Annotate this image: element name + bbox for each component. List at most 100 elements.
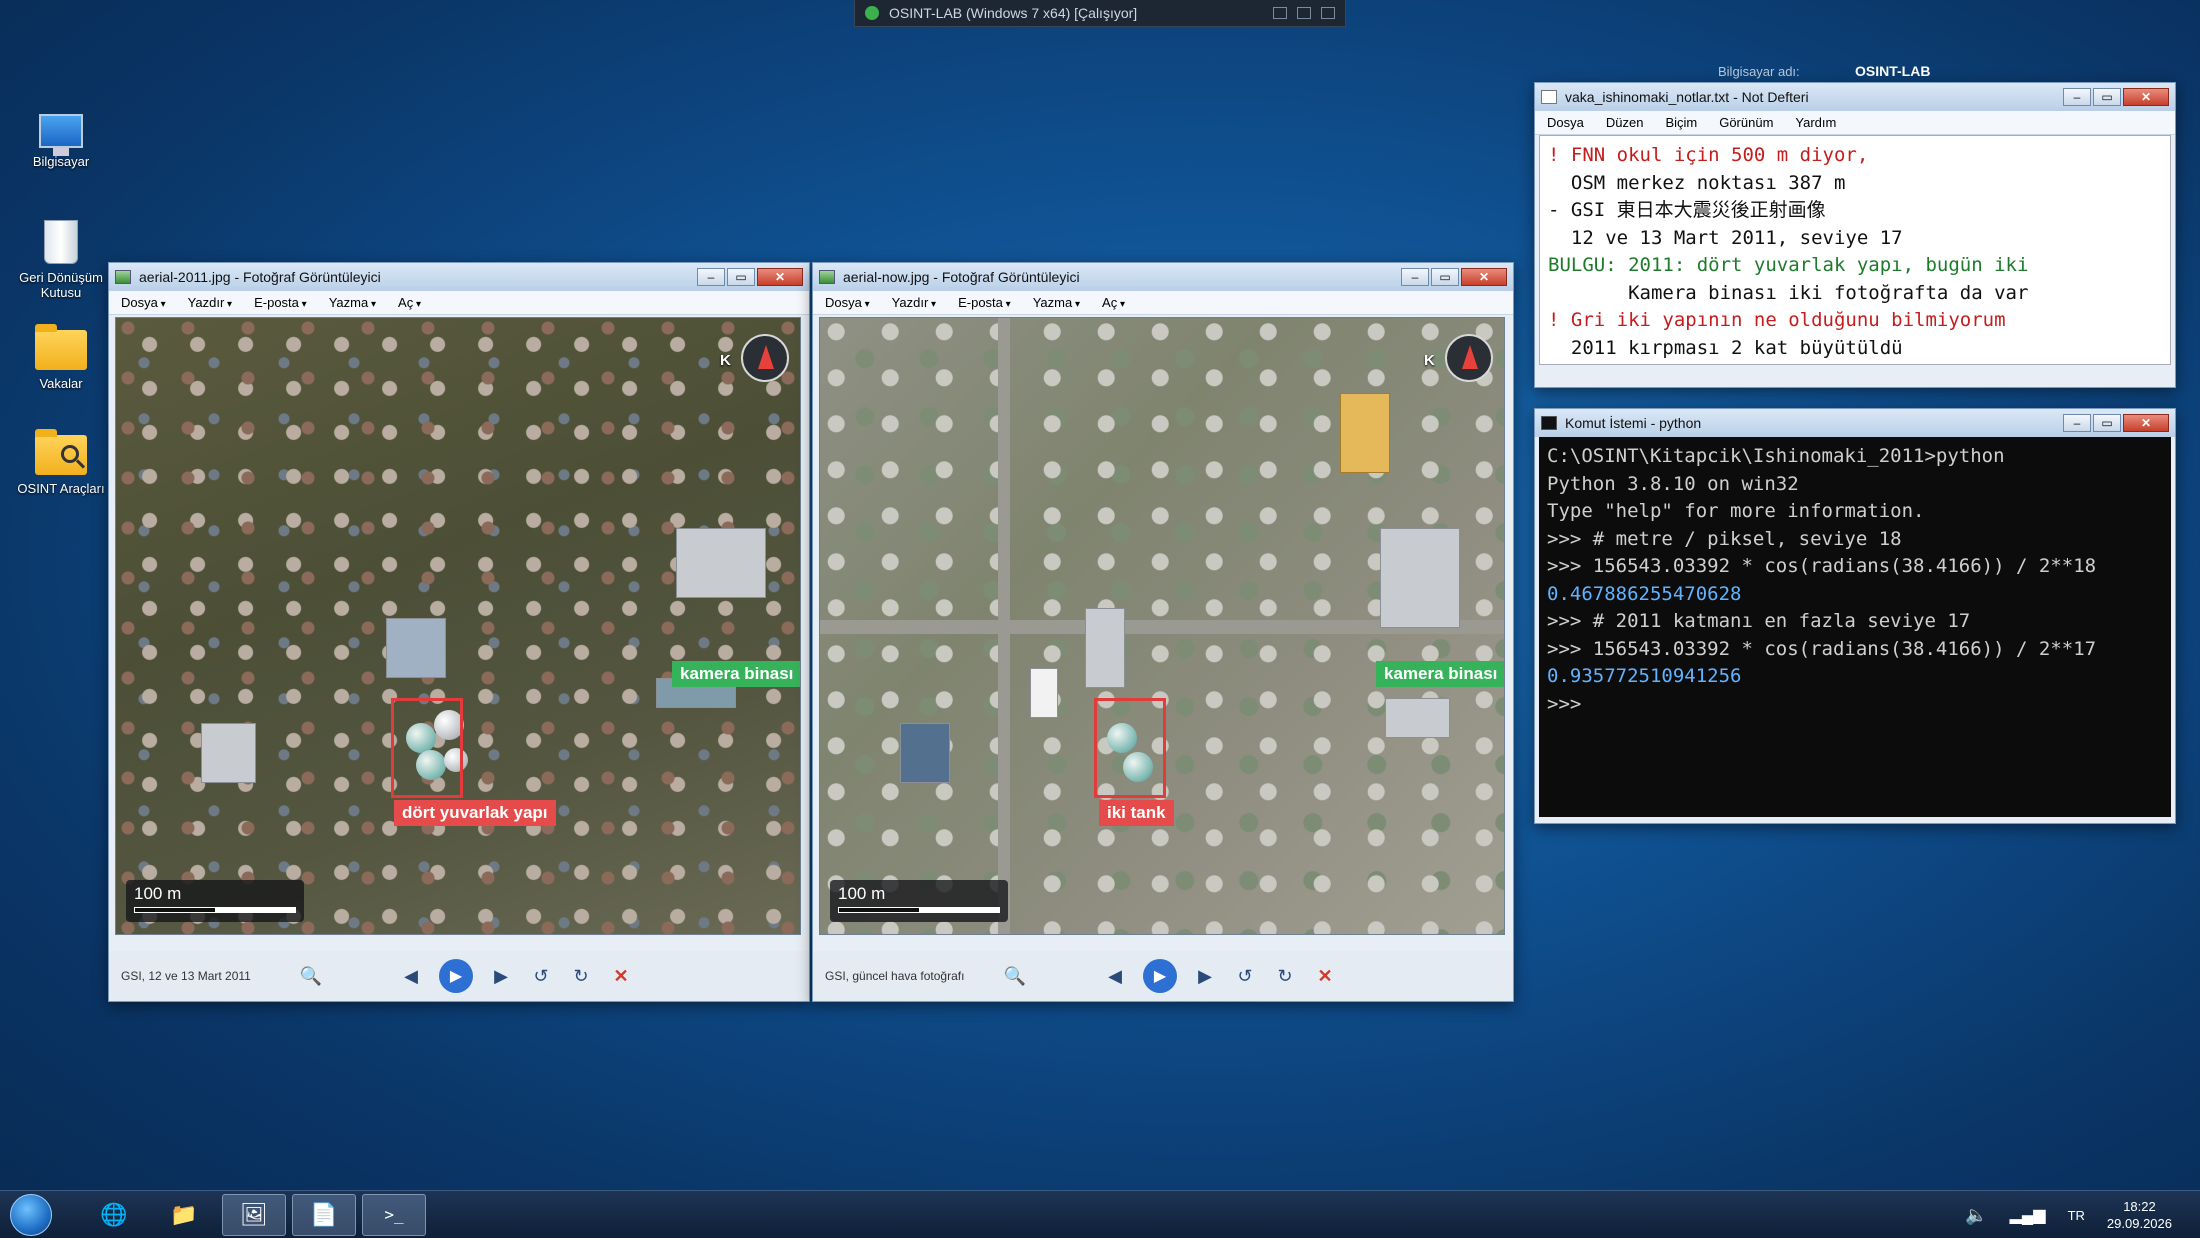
minimize-button[interactable]: – bbox=[2063, 414, 2091, 432]
clock-date: 29.09.2026 bbox=[2106, 1216, 2172, 1231]
scale-label: 100 m bbox=[838, 884, 886, 903]
rotate-left-icon[interactable]: ↺ bbox=[521, 966, 561, 987]
building bbox=[386, 618, 446, 678]
window-titlebar[interactable]: aerial-now.jpg - Fotoğraf Görüntüleyici … bbox=[813, 263, 1513, 291]
aerial-image-now[interactable]: iki tank kamera binası K 100 m bbox=[819, 317, 1505, 935]
photo-viewer-now-window[interactable]: aerial-now.jpg - Fotoğraf Görüntüleyici … bbox=[812, 262, 1514, 1002]
desktop-icon-osint-tools[interactable]: OSINT Araçları bbox=[6, 429, 116, 496]
vm-minimize-button[interactable] bbox=[1273, 7, 1287, 19]
delete-icon[interactable]: ✕ bbox=[1305, 966, 1345, 987]
compass-icon bbox=[741, 334, 789, 382]
menu-open[interactable]: Aç bbox=[1102, 295, 1125, 310]
menu-print[interactable]: Yazdır bbox=[188, 295, 232, 310]
minimize-button[interactable]: – bbox=[1401, 268, 1429, 286]
window-titlebar[interactable]: vaka_ishinomaki_notlar.txt - Not Defteri… bbox=[1535, 83, 2175, 111]
menu-print[interactable]: Yazdır bbox=[892, 295, 936, 310]
vm-close-button[interactable] bbox=[1321, 7, 1335, 19]
play-slideshow-button[interactable]: ▶ bbox=[439, 959, 473, 993]
note-line: - GSI 東日本大震災後正射画像 bbox=[1548, 199, 1826, 221]
photo-viewer-2011-window[interactable]: aerial-2011.jpg - Fotoğraf Görüntüleyici… bbox=[108, 262, 810, 1002]
desktop-icon-label: Geri Dönüşüm Kutusu bbox=[19, 270, 103, 300]
notepad-icon bbox=[1541, 90, 1557, 104]
desktop-icon-cases[interactable]: Vakalar bbox=[6, 324, 116, 391]
minimize-button[interactable]: – bbox=[2063, 88, 2091, 106]
building bbox=[1340, 393, 1390, 473]
tag-two-tanks: iki tank bbox=[1099, 800, 1174, 826]
window-titlebar[interactable]: Komut İstemi - python – ▭ ✕ bbox=[1535, 409, 2175, 437]
vm-title-bar: OSINT-LAB (Windows 7 x64) [Çalışıyor] bbox=[854, 0, 1346, 27]
clock-time: 18:22 bbox=[2123, 1199, 2156, 1214]
menu-email[interactable]: E-posta bbox=[958, 295, 1011, 310]
rotate-left-icon[interactable]: ↺ bbox=[1225, 966, 1265, 987]
menu-burn[interactable]: Yazma bbox=[1033, 295, 1080, 310]
previous-icon[interactable]: ◀ bbox=[1095, 966, 1135, 987]
window-titlebar[interactable]: aerial-2011.jpg - Fotoğraf Görüntüleyici… bbox=[109, 263, 809, 291]
desktop-icon-computer[interactable]: Bilgisayar bbox=[6, 110, 116, 169]
menu-burn[interactable]: Yazma bbox=[329, 295, 376, 310]
next-icon[interactable]: ▶ bbox=[1185, 966, 1225, 987]
terminal-line: C:\OSINT\Kitapcik\Ishinomaki_2011>python bbox=[1547, 445, 2005, 467]
maximize-button[interactable]: ▭ bbox=[2093, 88, 2121, 106]
note-line: 12 ve 13 Mart 2011, seviye 17 bbox=[1548, 226, 1903, 249]
maximize-button[interactable]: ▭ bbox=[2093, 414, 2121, 432]
scale-label: 100 m bbox=[134, 884, 182, 903]
desktop-icon-recycle-bin[interactable]: Geri Dönüşüm Kutusu bbox=[6, 220, 116, 300]
terminal-result: 0.467886255470628 bbox=[1547, 582, 1742, 605]
menu-email[interactable]: E-posta bbox=[254, 295, 307, 310]
close-button[interactable]: ✕ bbox=[2123, 414, 2169, 432]
previous-icon[interactable]: ◀ bbox=[391, 966, 431, 987]
start-button[interactable] bbox=[10, 1193, 52, 1236]
menu-file[interactable]: Dosya bbox=[825, 295, 870, 310]
terminal-line: Type "help" for more information. bbox=[1547, 500, 1925, 522]
menu-file[interactable]: Dosya bbox=[121, 295, 166, 310]
close-button[interactable]: ✕ bbox=[1461, 268, 1507, 286]
delete-icon[interactable]: ✕ bbox=[601, 966, 641, 987]
menu-open[interactable]: Aç bbox=[398, 295, 421, 310]
close-button[interactable]: ✕ bbox=[757, 268, 803, 286]
menu-edit[interactable]: Düzen bbox=[1606, 115, 1644, 130]
terminal-taskbar-icon[interactable]: >_ bbox=[362, 1193, 426, 1236]
folder-icon bbox=[35, 324, 87, 370]
menu-format[interactable]: Biçim bbox=[1665, 115, 1697, 130]
note-line: BULGU: 2011: dört yuvarlak yapı, bugün i… bbox=[1548, 254, 2029, 276]
vm-title: OSINT-LAB (Windows 7 x64) [Çalışıyor] bbox=[889, 5, 1138, 21]
aerial-image-2011[interactable]: dört yuvarlak yapı kamera binası K 100 m bbox=[115, 317, 801, 935]
command-prompt-window[interactable]: Komut İstemi - python – ▭ ✕ C:\OSINT\Kit… bbox=[1534, 408, 2176, 824]
next-icon[interactable]: ▶ bbox=[481, 966, 521, 987]
notepad-taskbar-icon[interactable]: 📄 bbox=[292, 1193, 356, 1236]
terminal-output[interactable]: C:\OSINT\Kitapcik\Ishinomaki_2011>python… bbox=[1539, 437, 2171, 817]
close-button[interactable]: ✕ bbox=[2123, 88, 2169, 106]
menu-file[interactable]: Dosya bbox=[1547, 115, 1584, 130]
terminal-line: >>> 156543.03392 * cos(radians(38.4166))… bbox=[1547, 555, 2097, 577]
menu-view[interactable]: Görünüm bbox=[1719, 115, 1773, 130]
language-indicator[interactable]: TR bbox=[2068, 1208, 2085, 1223]
recycle-bin-icon bbox=[44, 220, 78, 264]
notepad-window[interactable]: vaka_ishinomaki_notlar.txt - Not Defteri… bbox=[1534, 82, 2176, 388]
minimize-button[interactable]: – bbox=[697, 268, 725, 286]
desktop-icon-label: OSINT Araçları bbox=[17, 481, 105, 496]
terminal-result: 0.935772510941256 bbox=[1547, 665, 1742, 687]
vm-maximize-button[interactable] bbox=[1297, 7, 1311, 19]
play-slideshow-button[interactable]: ▶ bbox=[1143, 959, 1177, 993]
window-title: aerial-now.jpg - Fotoğraf Görüntüleyici bbox=[843, 269, 1080, 285]
zoom-icon[interactable]: 🔍 bbox=[291, 966, 331, 987]
clock[interactable]: 18:22 29.09.2026 bbox=[2107, 1198, 2172, 1232]
zoom-icon[interactable]: 🔍 bbox=[995, 966, 1035, 987]
rotate-right-icon[interactable]: ↻ bbox=[1265, 966, 1305, 987]
terminal-line: >>> # metre / piksel, seviye 18 bbox=[1547, 527, 1902, 550]
photo-viewer-taskbar-icon[interactable]: 🖼 bbox=[222, 1193, 286, 1236]
maximize-button[interactable]: ▭ bbox=[1431, 268, 1459, 286]
scale-bar: 100 m bbox=[126, 880, 304, 922]
north-label: K bbox=[1424, 352, 1435, 369]
maximize-button[interactable]: ▭ bbox=[727, 268, 755, 286]
terminal-prompt[interactable]: >>> bbox=[1547, 691, 2163, 719]
browser-icon[interactable]: 🌐 bbox=[82, 1194, 146, 1236]
file-explorer-icon[interactable]: 📁 bbox=[152, 1194, 216, 1236]
volume-icon[interactable]: 🔈 bbox=[1965, 1205, 1987, 1226]
network-signal-icon[interactable]: ▂▄▆ bbox=[2010, 1205, 2046, 1225]
note-line: ! FNN okul için 500 m diyor, bbox=[1548, 144, 1869, 166]
notepad-text-area[interactable]: ! FNN okul için 500 m diyor, OSM merkez … bbox=[1539, 135, 2171, 365]
menu-help[interactable]: Yardım bbox=[1795, 115, 1836, 130]
note-line: 2011 kırpması 2 kat büyütüldü bbox=[1548, 336, 1903, 359]
rotate-right-icon[interactable]: ↻ bbox=[561, 966, 601, 987]
